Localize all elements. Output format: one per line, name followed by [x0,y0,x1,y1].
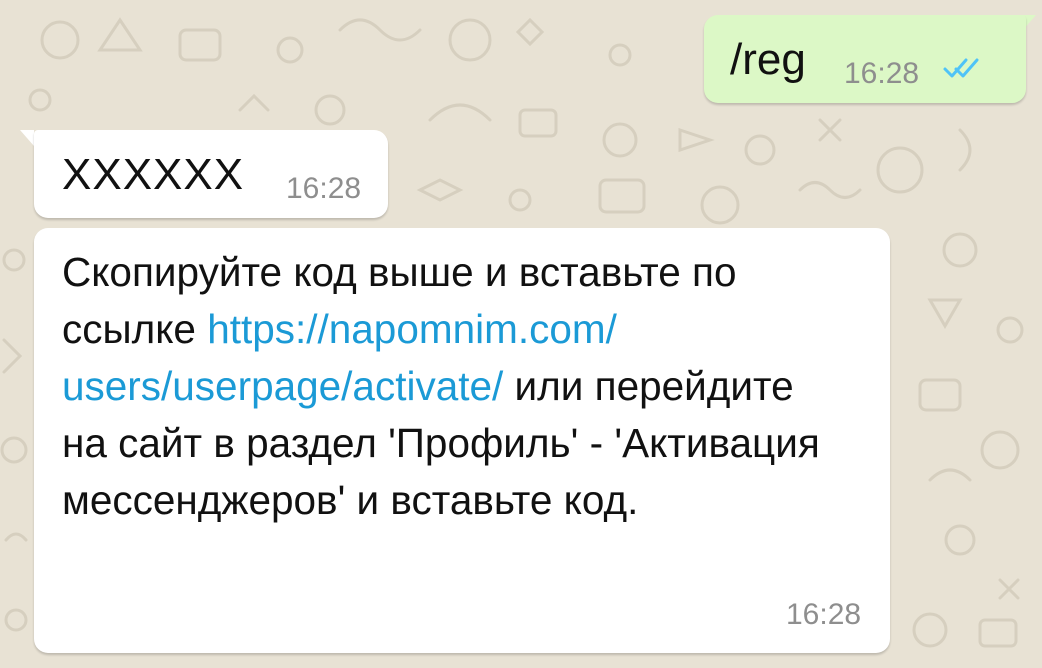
outgoing-message-bubble[interactable]: /reg 16:28 [704,15,1026,103]
activation-link-line-1: https://napomnim.com/ [207,306,617,352]
incoming-message-bubble[interactable]: Скопируйте код выше и вставьте по ссылке… [34,228,890,653]
message-text: XXXXXX [62,150,245,199]
incoming-message-bubble[interactable]: XXXXXX 16:28 [34,130,388,218]
message-time: 16:28 [286,172,362,205]
message-text: /reg [730,35,806,84]
activation-link-line-2: users/userpage/activate/ [62,363,504,409]
message-time: 16:28 [786,598,862,631]
message-time: 16:28 [844,57,920,90]
message-text: Скопируйте код выше и вставьте по ссылке… [62,244,842,529]
incoming-bubble-tail [20,130,34,146]
double-check-read-icon [943,58,979,78]
